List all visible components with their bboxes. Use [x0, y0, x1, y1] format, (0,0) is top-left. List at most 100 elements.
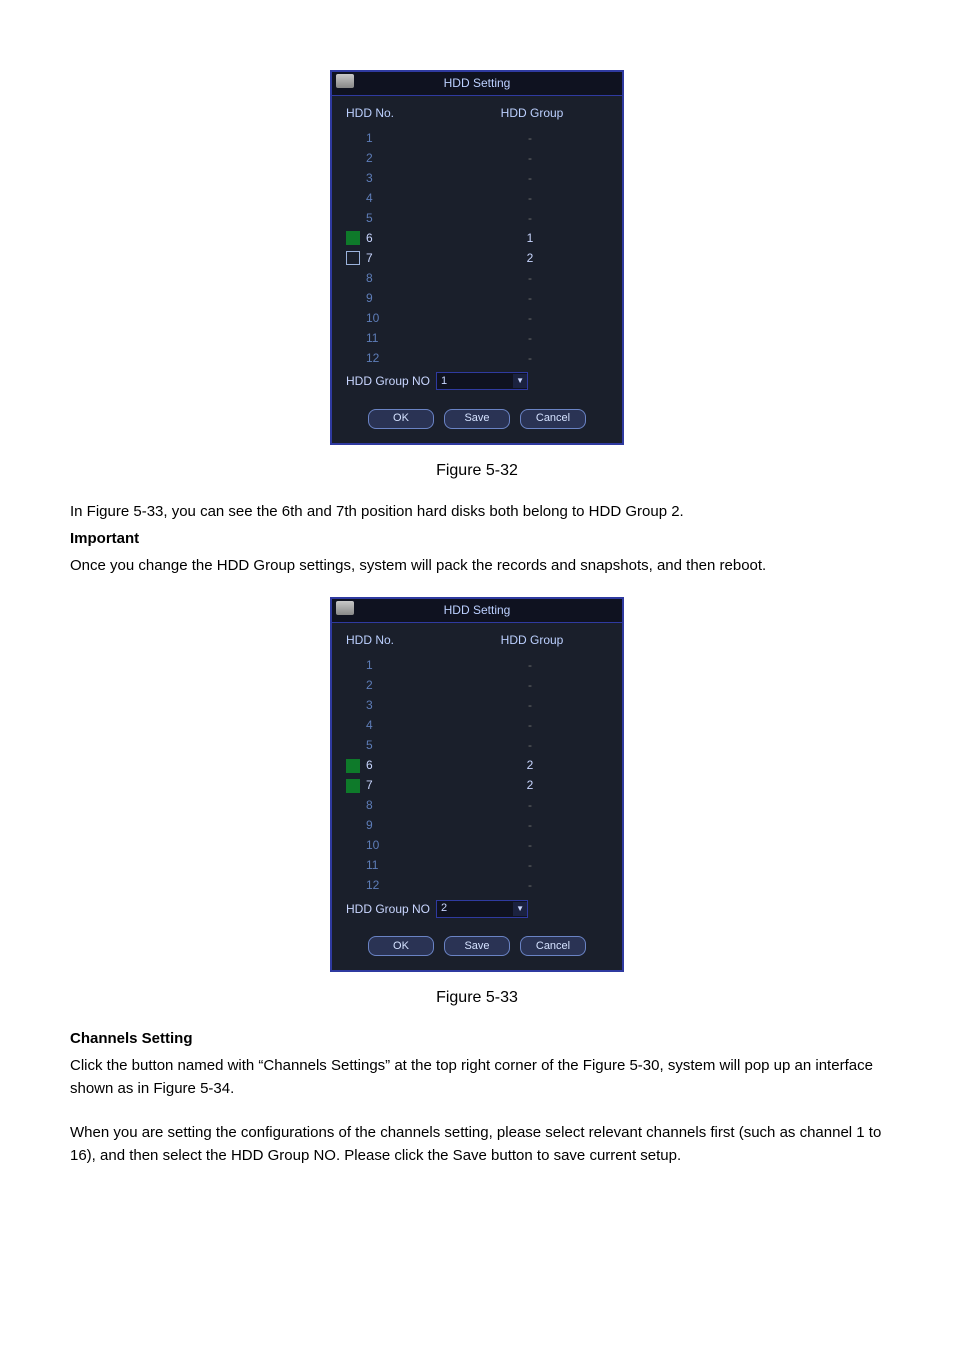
- hdd-setting-dialog-2: HDD Setting HDD No. HDD Group 1 - 2 - 3 …: [330, 597, 624, 972]
- table-row: 9 -: [346, 288, 608, 308]
- row-hdd-group: -: [452, 676, 608, 695]
- table-row: 4 -: [346, 188, 608, 208]
- row-hdd-group: -: [452, 189, 608, 208]
- button-row: OK Save Cancel: [346, 409, 608, 429]
- row-hdd-no: 5: [366, 736, 452, 755]
- row-checkbox[interactable]: [346, 759, 360, 773]
- table-row: 2 -: [346, 148, 608, 168]
- row-hdd-group: 1: [452, 229, 608, 248]
- row-hdd-group: -: [452, 269, 608, 288]
- cancel-label: Cancel: [536, 938, 570, 955]
- row-hdd-group: -: [452, 736, 608, 755]
- row-checkbox[interactable]: [346, 779, 360, 793]
- table-row: 3 -: [346, 696, 608, 716]
- row-hdd-no: 3: [366, 696, 452, 715]
- save-label: Save: [464, 410, 489, 427]
- channels-setting-heading: Channels Setting: [70, 1027, 884, 1050]
- table-row: 10 -: [346, 308, 608, 328]
- row-hdd-group: -: [452, 309, 608, 328]
- row-hdd-no: 1: [366, 129, 452, 148]
- save-label: Save: [464, 938, 489, 955]
- table-row: 8 -: [346, 796, 608, 816]
- row-hdd-group: -: [452, 856, 608, 875]
- cancel-button[interactable]: Cancel: [520, 936, 586, 956]
- cancel-button[interactable]: Cancel: [520, 409, 586, 429]
- dialog-title-text: HDD Setting: [444, 603, 511, 617]
- paragraph: Once you change the HDD Group settings, …: [70, 554, 884, 577]
- row-hdd-no: 2: [366, 149, 452, 168]
- dialog-title: HDD Setting: [332, 599, 622, 623]
- hdd-icon: [336, 601, 354, 615]
- hdd-group-no-select[interactable]: 1 ▼: [436, 372, 528, 390]
- header-hdd-no: HDD No.: [346, 104, 456, 123]
- table-row: 6 2: [346, 756, 608, 776]
- row-hdd-no: 7: [366, 249, 452, 268]
- hdd-group-no-value: 1: [437, 373, 513, 390]
- hdd-group-no-value: 2: [437, 900, 513, 917]
- table-row: 2 -: [346, 676, 608, 696]
- row-hdd-group: -: [452, 129, 608, 148]
- row-hdd-group: -: [452, 349, 608, 368]
- table-row: 7 2: [346, 248, 608, 268]
- row-hdd-no: 1: [366, 656, 452, 675]
- row-hdd-no: 10: [366, 309, 452, 328]
- table-row: 5 -: [346, 736, 608, 756]
- paragraph: In Figure 5-33, you can see the 6th and …: [70, 500, 884, 523]
- hdd-icon: [336, 74, 354, 88]
- table-row: 4 -: [346, 716, 608, 736]
- figure-caption-1: Figure 5-32: [70, 459, 884, 484]
- hdd-group-no-select[interactable]: 2 ▼: [436, 900, 528, 918]
- row-hdd-no: 11: [366, 856, 452, 875]
- table-row: 8 -: [346, 268, 608, 288]
- row-hdd-group: -: [452, 876, 608, 895]
- dialog-title-text: HDD Setting: [444, 76, 511, 90]
- ok-button[interactable]: OK: [368, 936, 434, 956]
- table-row: 9 -: [346, 816, 608, 836]
- dialog-title: HDD Setting: [332, 72, 622, 96]
- row-checkbox[interactable]: [346, 251, 360, 265]
- hdd-group-no-label: HDD Group NO: [346, 900, 430, 919]
- table-row: 12 -: [346, 348, 608, 368]
- hdd-group-no-line: HDD Group NO 1 ▼: [346, 372, 608, 391]
- row-hdd-no: 6: [366, 229, 452, 248]
- row-hdd-no: 2: [366, 676, 452, 695]
- hdd-group-no-label: HDD Group NO: [346, 372, 430, 391]
- row-hdd-group: -: [452, 169, 608, 188]
- chevron-down-icon: ▼: [513, 902, 527, 916]
- paragraph: When you are setting the configurations …: [70, 1121, 884, 1168]
- row-hdd-no: 9: [366, 289, 452, 308]
- table-row: 11 -: [346, 856, 608, 876]
- row-hdd-group: -: [452, 329, 608, 348]
- hdd-setting-dialog-1: HDD Setting HDD No. HDD Group 1 - 2 - 3 …: [330, 70, 624, 445]
- table-row: 5 -: [346, 208, 608, 228]
- ok-label: OK: [393, 410, 409, 427]
- row-hdd-group: -: [452, 149, 608, 168]
- figure-caption-2: Figure 5-33: [70, 986, 884, 1011]
- row-hdd-no: 4: [366, 716, 452, 735]
- row-hdd-no: 7: [366, 776, 452, 795]
- header-hdd-no: HDD No.: [346, 631, 456, 650]
- header-hdd-group: HDD Group: [456, 631, 608, 650]
- row-hdd-group: 2: [452, 776, 608, 795]
- row-hdd-group: -: [452, 656, 608, 675]
- row-hdd-group: -: [452, 796, 608, 815]
- row-hdd-no: 8: [366, 269, 452, 288]
- button-row: OK Save Cancel: [346, 936, 608, 956]
- row-hdd-no: 3: [366, 169, 452, 188]
- save-button[interactable]: Save: [444, 936, 510, 956]
- row-hdd-no: 8: [366, 796, 452, 815]
- row-hdd-no: 10: [366, 836, 452, 855]
- table-row: 10 -: [346, 836, 608, 856]
- ok-button[interactable]: OK: [368, 409, 434, 429]
- paragraph: Click the button named with “Channels Se…: [70, 1054, 884, 1101]
- save-button[interactable]: Save: [444, 409, 510, 429]
- row-hdd-no: 12: [366, 876, 452, 895]
- important-heading: Important: [70, 527, 884, 550]
- row-hdd-group: 2: [452, 249, 608, 268]
- row-checkbox[interactable]: [346, 231, 360, 245]
- table-row: 1 -: [346, 128, 608, 148]
- ok-label: OK: [393, 938, 409, 955]
- row-hdd-group: -: [452, 289, 608, 308]
- table-row: 6 1: [346, 228, 608, 248]
- hdd-group-no-line: HDD Group NO 2 ▼: [346, 900, 608, 919]
